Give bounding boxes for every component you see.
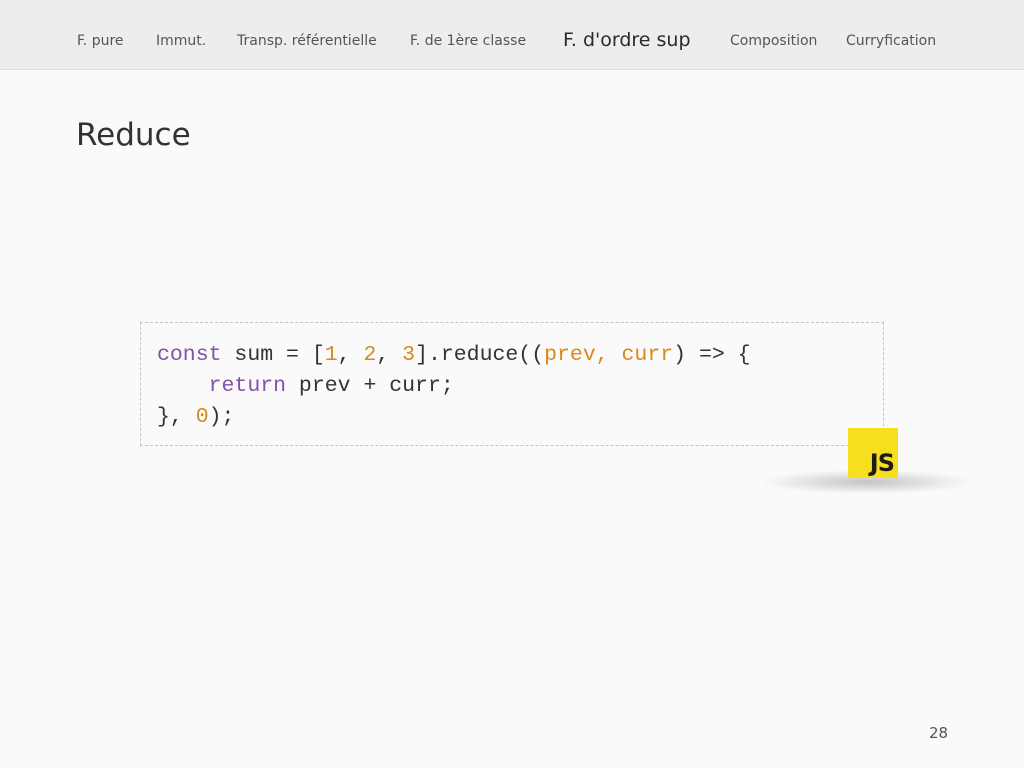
js-logo-icon: JS (848, 428, 898, 478)
nav-item-curryfication[interactable]: Curryfication (846, 33, 936, 49)
code-text: const sum = [1, 2, 3].reduce((prev, curr… (157, 340, 751, 433)
nav-item-immut[interactable]: Immut. (156, 33, 206, 49)
nav-item-f-ordre-sup[interactable]: F. d'ordre sup (563, 29, 691, 51)
code-token-number: 1 (324, 343, 338, 367)
section-nav-bar: F. pure Immut. Transp. référentielle F. … (0, 0, 1024, 70)
nav-item-f-premiere-classe[interactable]: F. de 1ère classe (410, 33, 526, 49)
code-token-plain: ); (208, 405, 235, 429)
nav-item-f-pure[interactable]: F. pure (77, 33, 124, 49)
code-token-param: prev, curr (544, 343, 674, 367)
code-token-plain: sum = [ (221, 343, 325, 367)
code-token-keyword: return (208, 374, 287, 398)
nav-item-composition[interactable]: Composition (730, 33, 817, 49)
code-token-plain: }, (157, 405, 196, 429)
code-line: const sum = [1, 2, 3].reduce((prev, curr… (157, 343, 751, 367)
code-token-number: 3 (402, 343, 416, 367)
code-token-plain: , (376, 343, 403, 367)
nav-item-transp-referentielle[interactable]: Transp. référentielle (237, 33, 377, 49)
code-token-plain: ) => { (673, 343, 751, 367)
code-token-number: 0 (195, 405, 209, 429)
code-line: }, 0); (157, 405, 234, 429)
code-token-plain: , (337, 343, 364, 367)
code-line: return prev + curr; (157, 374, 454, 398)
code-token-plain: prev + curr; (286, 374, 454, 398)
code-token-plain: ].reduce(( (415, 343, 545, 367)
code-token-keyword: const (157, 343, 222, 367)
code-token-number: 2 (363, 343, 377, 367)
page-number: 28 (929, 724, 949, 742)
slide-title: Reduce (76, 116, 191, 153)
js-badge-label: JS (869, 449, 895, 477)
code-block: const sum = [1, 2, 3].reduce((prev, curr… (140, 322, 884, 446)
